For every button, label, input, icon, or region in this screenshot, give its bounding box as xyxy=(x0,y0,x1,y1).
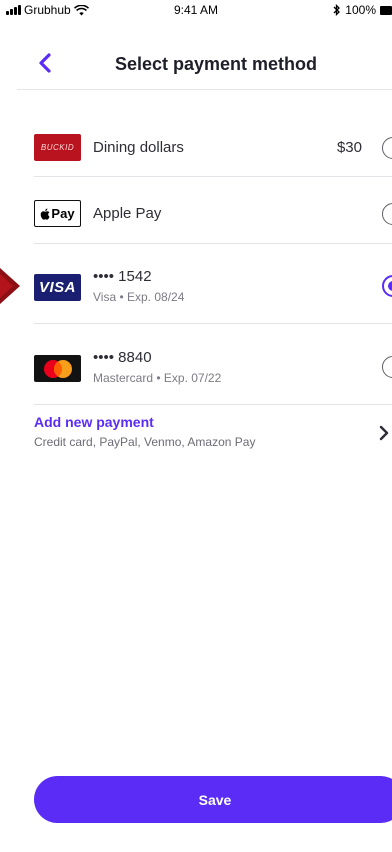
selection-marker-icon xyxy=(0,268,20,304)
status-bar: Grubhub 9:41 AM 100% xyxy=(0,0,392,20)
card-details: Mastercard • Exp. 07/22 xyxy=(93,371,222,385)
card-number: •••• 8840 xyxy=(93,349,152,366)
apple-pay-logo-text: Pay xyxy=(51,206,75,221)
row-divider xyxy=(34,243,392,244)
radio-apple-pay[interactable] xyxy=(382,203,392,225)
mastercard-logo xyxy=(34,355,81,382)
add-payment-subtitle: Credit card, PayPal, Venmo, Amazon Pay xyxy=(34,435,256,449)
visa-logo-text: VISA xyxy=(38,279,76,296)
row-divider xyxy=(34,404,392,405)
buckid-logo: BUCKID xyxy=(34,134,81,161)
header: Select payment method xyxy=(0,44,392,84)
payment-label: Dining dollars xyxy=(93,139,184,156)
row-divider xyxy=(34,176,392,177)
status-right: 100% xyxy=(333,3,392,17)
payment-label: Apple Pay xyxy=(93,205,162,222)
payment-option-visa[interactable]: VISA •••• 1542 Visa • Exp. 08/24 xyxy=(34,266,392,306)
radio-visa[interactable] xyxy=(382,275,392,297)
save-button-label: Save xyxy=(198,791,232,808)
radio-dining-dollars[interactable] xyxy=(382,137,392,159)
apple-icon xyxy=(41,208,50,220)
payment-amount: $30 xyxy=(336,139,362,156)
page-title: Select payment method xyxy=(114,54,318,74)
row-divider xyxy=(34,323,392,324)
header-divider xyxy=(17,89,392,90)
radio-mastercard[interactable] xyxy=(382,356,392,378)
apple-pay-logo: Pay xyxy=(34,200,81,227)
save-button[interactable]: Save xyxy=(34,776,392,823)
payment-option-apple-pay[interactable]: Pay Apple Pay xyxy=(34,198,392,230)
visa-logo: VISA xyxy=(34,274,81,301)
payment-option-mastercard[interactable]: •••• 8840 Mastercard • Exp. 07/22 xyxy=(34,347,392,387)
card-number: •••• 1542 xyxy=(93,268,152,285)
payment-option-dining-dollars[interactable]: BUCKID Dining dollars $30 xyxy=(34,132,392,164)
add-payment-title: Add new payment xyxy=(34,414,154,430)
mastercard-icon xyxy=(43,359,72,378)
card-details: Visa • Exp. 08/24 xyxy=(93,290,185,304)
battery-percent: 100% xyxy=(345,3,376,17)
chevron-right-icon xyxy=(379,425,389,441)
buckid-logo-text: BUCKID xyxy=(40,143,75,152)
battery-icon xyxy=(380,5,392,15)
add-new-payment[interactable]: Add new payment Credit card, PayPal, Ven… xyxy=(34,410,392,458)
bluetooth-icon xyxy=(333,4,341,16)
